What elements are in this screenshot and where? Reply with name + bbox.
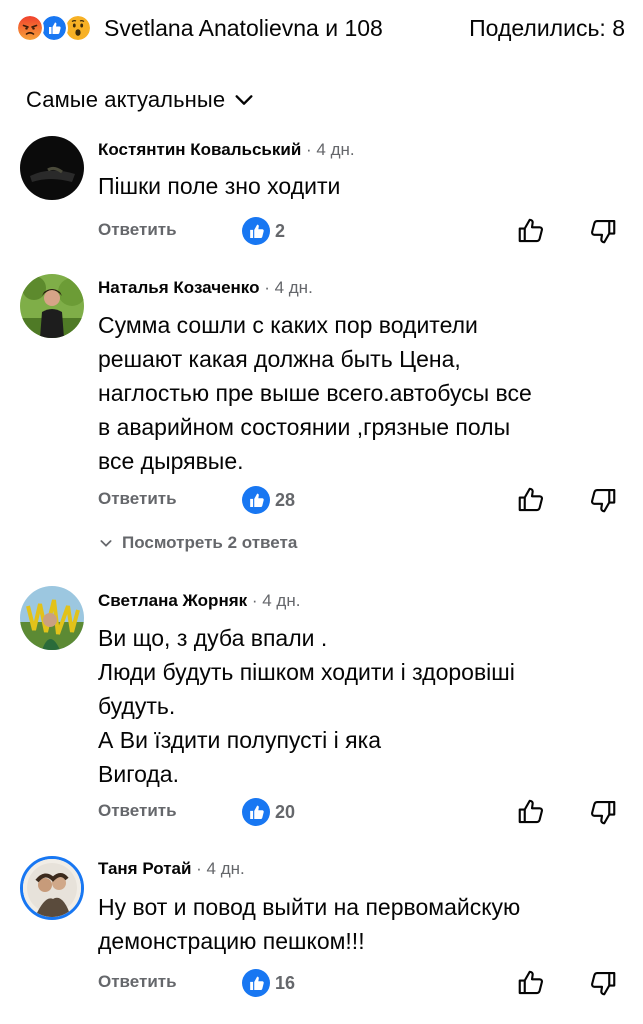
comment-actions: Ответить 16 xyxy=(98,966,618,1000)
comment-actions: Ответить 20 xyxy=(98,795,618,829)
reply-button[interactable]: Ответить xyxy=(98,801,177,821)
thumbs-down-icon[interactable] xyxy=(588,797,618,827)
avatar[interactable] xyxy=(20,274,84,338)
thumbs-up-icon[interactable] xyxy=(516,968,546,998)
comment-text: Ви що, з дуба впали . Люди будуть пішком… xyxy=(98,625,515,787)
likes-counter[interactable]: 16 xyxy=(242,966,295,1000)
comment-text: Пішки поле зно ходити xyxy=(98,173,341,199)
comment-time: · 4 дн. xyxy=(264,278,313,297)
like-icon xyxy=(242,217,270,245)
view-replies-label: Посмотреть 2 ответа xyxy=(122,533,298,552)
sort-label: Самые актуальные xyxy=(26,87,226,112)
angry-icon xyxy=(16,14,44,42)
reply-button[interactable]: Ответить xyxy=(98,220,177,240)
thumbs-down-icon[interactable] xyxy=(588,485,618,515)
comment-time: · 4 дн. xyxy=(251,591,301,610)
thumbs-up-icon[interactable] xyxy=(516,216,546,246)
thumbs-up-icon[interactable] xyxy=(516,485,546,515)
chevron-down-icon xyxy=(235,95,253,105)
likes-counter[interactable]: 28 xyxy=(242,483,295,517)
reactions-header: Svetlana Anatolievna и 108 Поделились: 8 xyxy=(0,0,643,56)
comment-actions: Ответить 2 xyxy=(98,214,618,248)
comment-actions: Ответить 28 xyxy=(98,483,618,517)
comment-author[interactable]: Костянтин Ковальський · 4 дн. xyxy=(98,139,355,161)
comment-time: · 4 дн. xyxy=(306,140,355,159)
avatar[interactable] xyxy=(20,586,84,650)
thumbs-down-icon[interactable] xyxy=(588,968,618,998)
comment-text: Сумма сошли с каких пор водители решают … xyxy=(98,312,532,474)
comment-author[interactable]: Наталья Козаченко · 4 дн. xyxy=(98,277,313,299)
comment-author[interactable]: Таня Ротай · 4 дн. xyxy=(98,858,245,880)
likes-count: 2 xyxy=(275,220,286,241)
thumbs-up-icon[interactable] xyxy=(516,797,546,827)
comment-time: · 4 дн. xyxy=(196,859,245,878)
like-icon xyxy=(242,969,270,997)
likes-counter[interactable]: 2 xyxy=(242,214,285,248)
avatar[interactable] xyxy=(20,136,84,200)
thumbs-down-icon[interactable] xyxy=(588,216,618,246)
avatar[interactable] xyxy=(20,856,84,920)
reactions-summary[interactable]: Svetlana Anatolievna и 108 xyxy=(104,14,383,42)
chevron-down-icon xyxy=(100,540,112,547)
likes-counter[interactable]: 20 xyxy=(242,795,295,829)
like-icon xyxy=(40,14,68,42)
reaction-icons[interactable] xyxy=(16,14,100,42)
wow-icon xyxy=(64,14,92,42)
reply-button[interactable]: Ответить xyxy=(98,489,177,509)
like-icon xyxy=(242,798,270,826)
sort-dropdown[interactable]: Самые актуальные xyxy=(26,84,255,116)
comment-text: Ну вот и повод выйти на первомайскую дем… xyxy=(98,894,521,954)
reply-button[interactable]: Ответить xyxy=(98,972,177,992)
view-replies-link[interactable]: Посмотреть 2 ответа xyxy=(98,533,297,553)
shares-count[interactable]: Поделились: 8 xyxy=(469,14,625,42)
comment-author[interactable]: Светлана Жорняк · 4 дн. xyxy=(98,590,300,612)
likes-count: 28 xyxy=(275,489,296,510)
like-icon xyxy=(242,486,270,514)
likes-count: 16 xyxy=(275,972,296,993)
likes-count: 20 xyxy=(275,801,296,822)
